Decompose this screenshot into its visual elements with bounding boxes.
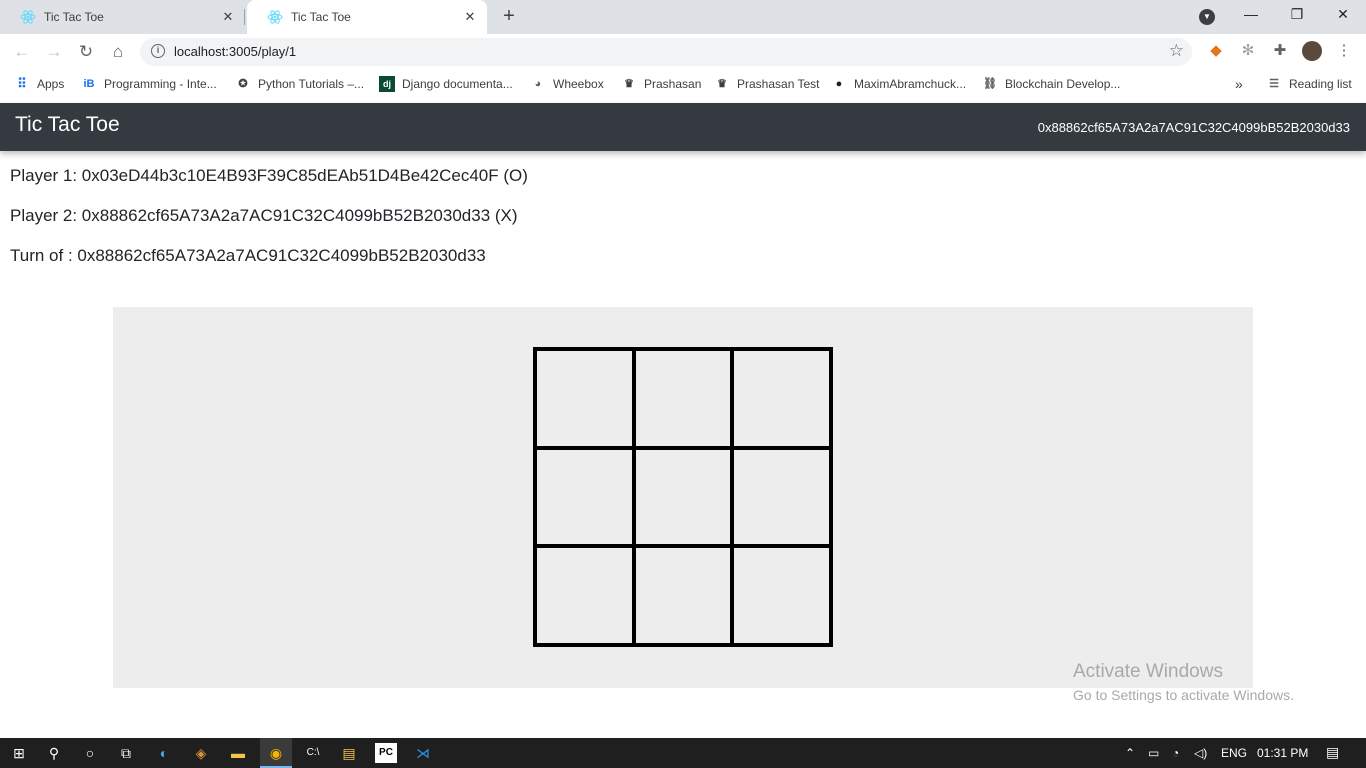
tab-active[interactable]: Tic Tac Toe ✕: [247, 0, 487, 34]
windows-start-icon[interactable]: ⊞: [8, 743, 30, 763]
bookmark-apps[interactable]: ⠿ Apps: [14, 75, 64, 93]
bookmark-star-icon[interactable]: ☆: [1169, 41, 1184, 61]
board-cell-9[interactable]: [732, 546, 831, 645]
notepad-icon[interactable]: ▤: [338, 743, 360, 763]
reading-list[interactable]: ☰ Reading list: [1266, 75, 1352, 93]
bookmark-item[interactable]: ♛ Prashasan: [621, 75, 701, 93]
account-address: 0x88862cf65A73A2a7AC91C32C4099bB52B2030d…: [1037, 120, 1350, 135]
board-cell-3[interactable]: [732, 349, 831, 448]
watermark-subtitle: Go to Settings to activate Windows.: [1073, 687, 1294, 703]
watermark-title: Activate Windows: [1073, 661, 1223, 682]
github-icon: ●: [835, 78, 843, 90]
board-cell-8[interactable]: [633, 546, 733, 645]
address-bar[interactable]: i localhost:3005/play/1 ☆: [140, 38, 1192, 66]
extensions-puzzle-icon[interactable]: ✚: [1270, 41, 1290, 61]
apps-grid-icon: ⠿: [17, 76, 27, 91]
forward-icon[interactable]: →: [42, 40, 66, 64]
clock[interactable]: 01:31 PM: [1257, 746, 1308, 760]
close-window-icon[interactable]: ✕: [1320, 0, 1366, 30]
volume-icon[interactable]: ◁): [1194, 746, 1207, 760]
close-tab-icon[interactable]: ✕: [219, 8, 237, 26]
site-info-icon[interactable]: i: [151, 44, 165, 58]
windows-taskbar: ⊞ ⚲ ○ ⧉ ◐ ◈ ▬ ◉ C:\ ▤ PC ⋊ ⌃ ▭ ◔ ◁) ENG …: [0, 738, 1366, 768]
tab-search-icon[interactable]: ▼: [1199, 9, 1215, 25]
browser-toolbar: ← → ↻ ⌂ i localhost:3005/play/1 ☆ ◆ ✻ ✚ …: [0, 34, 1366, 70]
tic-tac-toe-board: [533, 347, 833, 647]
avatar[interactable]: [1302, 41, 1322, 61]
bookmark-item[interactable]: ◕ Wheebox: [530, 75, 604, 93]
vscode-icon[interactable]: ⋊: [412, 743, 434, 763]
reading-list-icon: ☰: [1269, 78, 1279, 90]
close-tab-icon[interactable]: ✕: [461, 8, 479, 26]
board-cell-5[interactable]: [633, 447, 733, 547]
cmd-icon[interactable]: C:\: [302, 743, 324, 763]
back-icon[interactable]: ←: [10, 40, 34, 64]
extension-icon[interactable]: ✻: [1238, 41, 1258, 61]
board-cell-1[interactable]: [535, 349, 634, 448]
task-view-icon[interactable]: ⧉: [115, 743, 137, 763]
react-icon: [20, 10, 36, 24]
tab-title: Tic Tac Toe: [291, 10, 351, 24]
bookmark-item[interactable]: ✪ Python Tutorials –...: [235, 75, 364, 93]
python-icon: ✪: [238, 78, 248, 90]
restore-icon[interactable]: ❐: [1274, 0, 1320, 30]
app-navbar: Tic Tac Toe 0x88862cf65A73A2a7AC91C32C40…: [0, 103, 1366, 151]
language-indicator[interactable]: ENG: [1221, 746, 1247, 760]
reload-icon[interactable]: ↻: [74, 40, 98, 64]
pycharm-icon[interactable]: PC: [375, 743, 397, 763]
battery-icon[interactable]: ▭: [1148, 746, 1159, 760]
tab-inactive[interactable]: Tic Tac Toe ✕: [0, 0, 245, 34]
board-container: [113, 307, 1253, 688]
metamask-icon[interactable]: ◆: [1206, 41, 1226, 61]
turn-info: Turn of : 0x88862cf65A73A2a7AC91C32C4099…: [10, 246, 486, 265]
minimize-icon[interactable]: —: [1228, 0, 1274, 30]
globe-icon: ◕: [534, 78, 542, 90]
bookmark-item[interactable]: ♛ Prashasan Test: [714, 75, 819, 93]
more-bookmarks-icon[interactable]: »: [1235, 75, 1243, 93]
board-cell-7[interactable]: [535, 546, 634, 645]
cortana-icon[interactable]: ○: [79, 743, 101, 763]
search-icon[interactable]: ⚲: [43, 743, 65, 763]
ib-icon: iB: [83, 78, 95, 90]
edge-icon[interactable]: ◐: [153, 743, 175, 763]
notifications-icon[interactable]: ▤: [1326, 744, 1339, 761]
chrome-icon[interactable]: ◉: [265, 743, 287, 763]
tab-title: Tic Tac Toe: [44, 10, 104, 24]
bookmark-item[interactable]: iB Programming - Inte...: [81, 75, 217, 93]
board-cell-4[interactable]: [535, 447, 634, 547]
menu-dots-icon[interactable]: ⋮: [1334, 41, 1354, 61]
bookmarks-bar: ⠿ Apps iB Programming - Inte... ✪ Python…: [0, 70, 1366, 98]
emblem-icon: ♛: [624, 78, 634, 90]
board-cell-2[interactable]: [633, 349, 733, 448]
react-icon: [267, 10, 283, 24]
package-icon[interactable]: ◈: [190, 743, 212, 763]
browser-tab-strip: Tic Tac Toe ✕ Tic Tac Toe ✕ + ▼ — ❐ ✕: [0, 0, 1366, 34]
player1-info: Player 1: 0x03eD44b3c10E4B93F39C85dEAb51…: [10, 166, 528, 185]
bookmark-item[interactable]: ● MaximAbramchuck...: [831, 75, 966, 93]
wifi-icon[interactable]: ◔: [1172, 746, 1179, 760]
bookmark-item[interactable]: dj Django documenta...: [379, 75, 513, 93]
player2-info: Player 2: 0x88862cf65A73A2a7AC91C32C4099…: [10, 206, 518, 225]
file-explorer-icon[interactable]: ▬: [227, 743, 249, 763]
django-icon: dj: [379, 76, 395, 92]
activate-windows-watermark: Activate Windows Go to Settings to activ…: [1073, 661, 1294, 703]
emblem-icon: ♛: [717, 78, 727, 90]
home-icon[interactable]: ⌂: [106, 40, 130, 64]
new-tab-button[interactable]: +: [498, 6, 520, 28]
brand-title[interactable]: Tic Tac Toe: [15, 113, 120, 137]
tray-expand-icon[interactable]: ⌃: [1125, 746, 1135, 760]
url-text[interactable]: localhost:3005/play/1: [174, 44, 296, 59]
blockchain-icon: ⛓: [983, 78, 997, 90]
bookmark-item[interactable]: ⛓ Blockchain Develop...: [982, 75, 1120, 93]
board-cell-6[interactable]: [732, 447, 831, 547]
